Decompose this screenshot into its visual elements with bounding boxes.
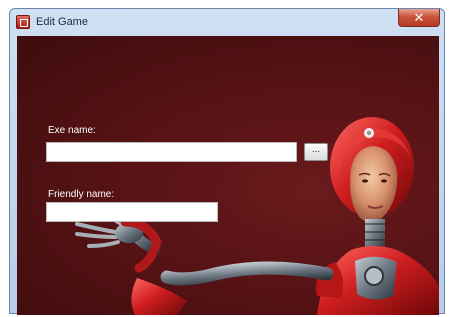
- friendly-name-label: Friendly name:: [48, 189, 115, 200]
- title-bar[interactable]: Edit Game ✕: [10, 9, 444, 36]
- dialog-body: Exe name: ... Friendly name:: [17, 36, 439, 315]
- browse-button[interactable]: ...: [304, 143, 328, 161]
- robot-artwork: [75, 117, 439, 315]
- close-button[interactable]: ✕: [398, 9, 440, 27]
- app-icon: [16, 15, 30, 29]
- exe-name-input[interactable]: [46, 142, 297, 162]
- edit-game-window: Edit Game ✕ Exe name: ... Friendly name:: [9, 8, 445, 315]
- friendly-name-input[interactable]: [46, 202, 218, 222]
- window-title: Edit Game: [36, 16, 88, 28]
- close-icon: ✕: [413, 10, 425, 25]
- exe-name-label: Exe name:: [48, 125, 96, 136]
